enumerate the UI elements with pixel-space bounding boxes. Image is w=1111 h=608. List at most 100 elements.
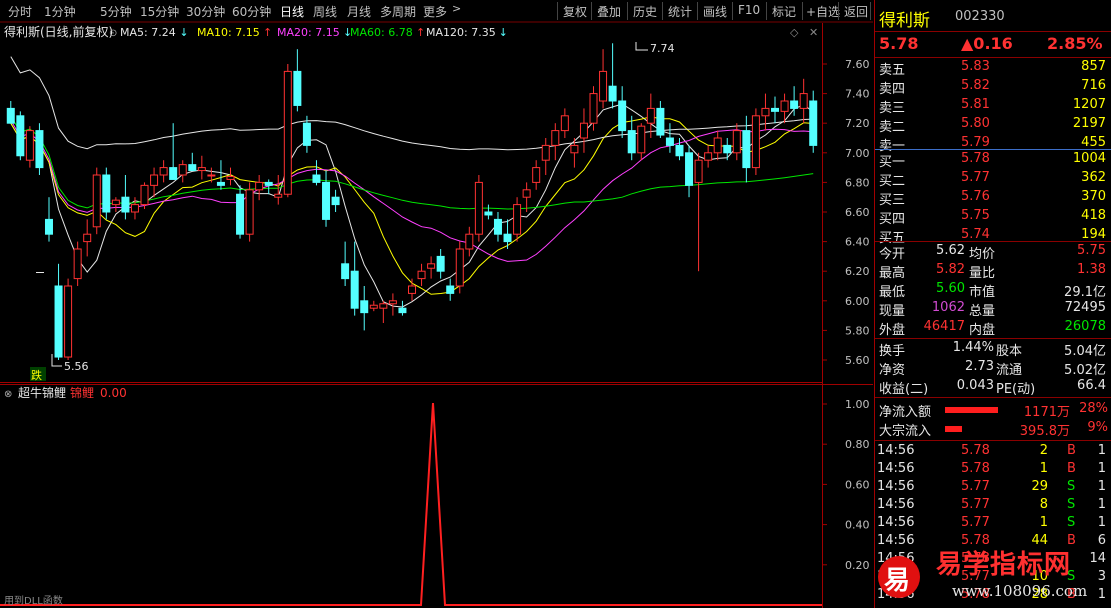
candle-up[interactable]	[780, 100, 789, 112]
candle-down[interactable]	[169, 167, 178, 180]
candle-up[interactable]	[646, 107, 655, 124]
candle-up[interactable]	[455, 248, 464, 287]
candle-up[interactable]	[551, 130, 560, 146]
period-tab[interactable]: 多周期	[380, 3, 416, 20]
candle-up[interactable]	[579, 122, 588, 139]
period-tab[interactable]: 60分钟	[232, 3, 271, 20]
candle-down[interactable]	[656, 107, 665, 136]
candle-down[interactable]	[723, 144, 732, 154]
candle-down[interactable]	[771, 107, 780, 112]
candle-up[interactable]	[589, 93, 598, 124]
candle-up[interactable]	[541, 144, 550, 161]
candle-up[interactable]	[150, 174, 159, 186]
indicator-toggle-icon[interactable]: ⊗	[4, 389, 12, 400]
candle-down[interactable]	[54, 285, 63, 358]
candle-up[interactable]	[83, 233, 92, 243]
period-tab[interactable]: 5分钟	[100, 3, 132, 20]
period-tab[interactable]: 日线	[280, 3, 304, 20]
candle-up[interactable]	[417, 270, 426, 280]
candle-up[interactable]	[408, 285, 416, 294]
toolbar-action-1[interactable]: 叠加	[597, 3, 621, 20]
candle-down[interactable]	[493, 218, 502, 235]
candle-down[interactable]	[436, 255, 445, 272]
candle-up[interactable]	[465, 233, 474, 250]
candle-up[interactable]	[570, 144, 579, 154]
candle-up[interactable]	[751, 115, 760, 169]
candle-down[interactable]	[685, 152, 694, 186]
candle-up[interactable]	[369, 304, 378, 309]
candle-up[interactable]	[140, 184, 149, 206]
candle-up[interactable]	[532, 167, 541, 183]
candle-up[interactable]	[255, 181, 264, 191]
candle-down[interactable]	[446, 285, 455, 294]
chevron-right-icon[interactable]: >	[452, 2, 461, 15]
candle-up[interactable]	[92, 174, 101, 228]
candle-down[interactable]	[809, 100, 818, 146]
toolbar-action-6[interactable]: 标记	[772, 3, 796, 20]
candle-up[interactable]	[25, 130, 34, 161]
candle-down[interactable]	[742, 130, 751, 169]
candle-down[interactable]	[675, 144, 684, 157]
candle-up[interactable]	[111, 199, 120, 206]
diamond-icon[interactable]: ◇	[790, 26, 799, 39]
main-chart-area[interactable]: 得利斯(日线,前复权) MA5: 7.24 ↓ MA10: 7.15 ↑ MA20: 7…	[0, 22, 873, 608]
candle-down[interactable]	[341, 263, 350, 280]
candle-down[interactable]	[121, 196, 130, 213]
period-tab[interactable]: 更多	[423, 3, 447, 20]
candle-up[interactable]	[522, 189, 531, 198]
period-tab[interactable]: 1分钟	[44, 3, 76, 20]
candle-up[interactable]	[599, 70, 608, 102]
candle-up[interactable]	[226, 175, 235, 180]
candle-up[interactable]	[245, 189, 254, 235]
toolbar-action-0[interactable]: 复权	[563, 3, 587, 20]
candle-down[interactable]	[608, 85, 617, 102]
candle-up[interactable]	[732, 130, 741, 154]
candle-down[interactable]	[627, 130, 636, 154]
period-tab[interactable]: 30分钟	[186, 3, 225, 20]
candle-up[interactable]	[130, 204, 139, 213]
candle-up[interactable]	[159, 167, 168, 176]
candle-up[interactable]	[64, 285, 73, 358]
candle-down[interactable]	[216, 181, 225, 186]
candle-down[interactable]	[302, 122, 311, 146]
period-tab[interactable]: 月线	[347, 3, 371, 20]
candle-down[interactable]	[44, 218, 53, 235]
candle-up[interactable]	[197, 167, 206, 172]
candle-up[interactable]	[283, 70, 292, 195]
candle-up[interactable]	[637, 125, 646, 154]
candle-up[interactable]	[207, 174, 216, 177]
candle-up[interactable]	[713, 137, 722, 154]
candle-down[interactable]	[16, 115, 25, 157]
candle-up[interactable]	[560, 115, 569, 132]
toolbar-action-2[interactable]: 历史	[633, 3, 657, 20]
candle-up[interactable]	[513, 204, 522, 235]
candle-down[interactable]	[665, 137, 674, 146]
candle-up[interactable]	[427, 263, 436, 269]
candle-down[interactable]	[264, 181, 273, 186]
candle-down[interactable]	[102, 174, 111, 213]
candle-up[interactable]	[761, 107, 770, 117]
candle-down[interactable]	[312, 174, 321, 183]
candle-up[interactable]	[274, 193, 283, 198]
candle-up[interactable]	[799, 93, 808, 109]
candle-down[interactable]	[6, 107, 15, 124]
candle-up[interactable]	[178, 164, 187, 176]
close-icon[interactable]: ✕	[809, 26, 818, 39]
toolbar-action-8[interactable]: 返回	[844, 3, 868, 20]
candle-up[interactable]	[694, 159, 703, 183]
candle-down[interactable]	[503, 233, 512, 243]
indicator-name[interactable]: 超牛锦鲤	[18, 385, 66, 400]
toolbar-action-4[interactable]: 画线	[703, 3, 727, 20]
candle-down[interactable]	[350, 270, 359, 309]
candle-down[interactable]	[322, 181, 331, 220]
toolbar-action-3[interactable]: 统计	[668, 3, 692, 20]
candle-down[interactable]	[35, 130, 44, 169]
period-tab[interactable]: 周线	[313, 3, 337, 20]
candle-down[interactable]	[236, 193, 245, 235]
candle-down[interactable]	[618, 100, 627, 132]
toolbar-action-5[interactable]: F10	[738, 3, 760, 17]
candle-up[interactable]	[73, 248, 82, 280]
candle-up[interactable]	[379, 303, 388, 309]
candle-down[interactable]	[484, 211, 493, 216]
period-tab[interactable]: 15分钟	[140, 3, 179, 20]
